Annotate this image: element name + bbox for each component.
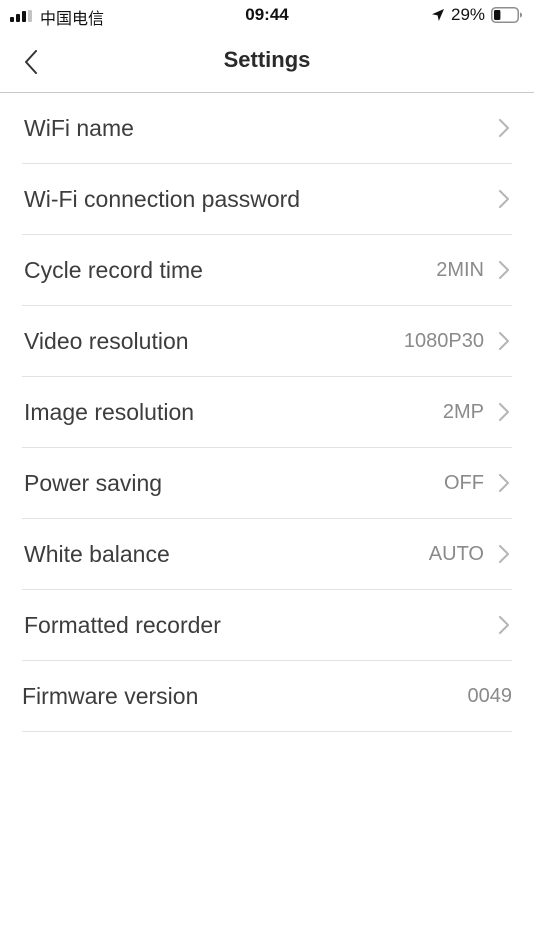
setting-row-video-resolution[interactable]: Video resolution 1080P30 <box>22 306 512 377</box>
setting-label: Formatted recorder <box>24 612 221 638</box>
chevron-right-icon <box>499 119 509 137</box>
setting-row-wifi-password[interactable]: Wi-Fi connection password <box>22 164 512 235</box>
setting-label: Firmware version <box>22 683 199 709</box>
setting-label: Image resolution <box>24 399 195 425</box>
setting-value: AUTO <box>428 543 484 565</box>
chevron-right-icon <box>499 403 509 421</box>
chevron-right-icon <box>499 474 509 492</box>
nav-bar: Settings <box>0 30 534 93</box>
chevron-right-icon <box>499 261 509 279</box>
setting-row-white-balance[interactable]: White balance AUTO <box>22 519 512 590</box>
setting-value: 2MIN <box>436 259 484 281</box>
battery-icon <box>491 7 522 23</box>
setting-label: White balance <box>24 541 170 567</box>
setting-value: OFF <box>444 472 484 494</box>
chevron-right-icon <box>499 616 509 634</box>
chevron-right-icon <box>499 190 509 208</box>
setting-value: 2MP <box>442 401 484 423</box>
firmware-version-value: 0049 <box>467 685 513 707</box>
setting-label: Wi-Fi connection password <box>24 186 301 212</box>
setting-row-power-saving[interactable]: Power saving OFF <box>22 448 512 519</box>
setting-label: Power saving <box>24 470 163 496</box>
setting-row-wifi-name[interactable]: WiFi name <box>22 93 512 164</box>
setting-value: 1080P30 <box>403 330 484 352</box>
page-title: Settings <box>223 47 311 72</box>
setting-row-formatted-recorder[interactable]: Formatted recorder <box>22 590 512 661</box>
status-bar: 中国电信 09:44 29% <box>0 0 534 30</box>
battery-percent: 29% <box>451 5 486 24</box>
setting-row-image-resolution[interactable]: Image resolution 2MP <box>22 377 512 448</box>
setting-row-cycle-record-time[interactable]: Cycle record time 2MIN <box>22 235 512 306</box>
setting-label: WiFi name <box>24 115 134 141</box>
settings-list: WiFi name Wi-Fi connection password Cycl… <box>0 93 534 732</box>
setting-row-firmware-version: Firmware version 0049 <box>22 661 512 732</box>
chevron-right-icon <box>499 545 509 563</box>
chevron-right-icon <box>499 332 509 350</box>
location-arrow-icon <box>432 9 444 21</box>
setting-label: Video resolution <box>24 328 189 354</box>
setting-label: Cycle record time <box>24 257 203 283</box>
